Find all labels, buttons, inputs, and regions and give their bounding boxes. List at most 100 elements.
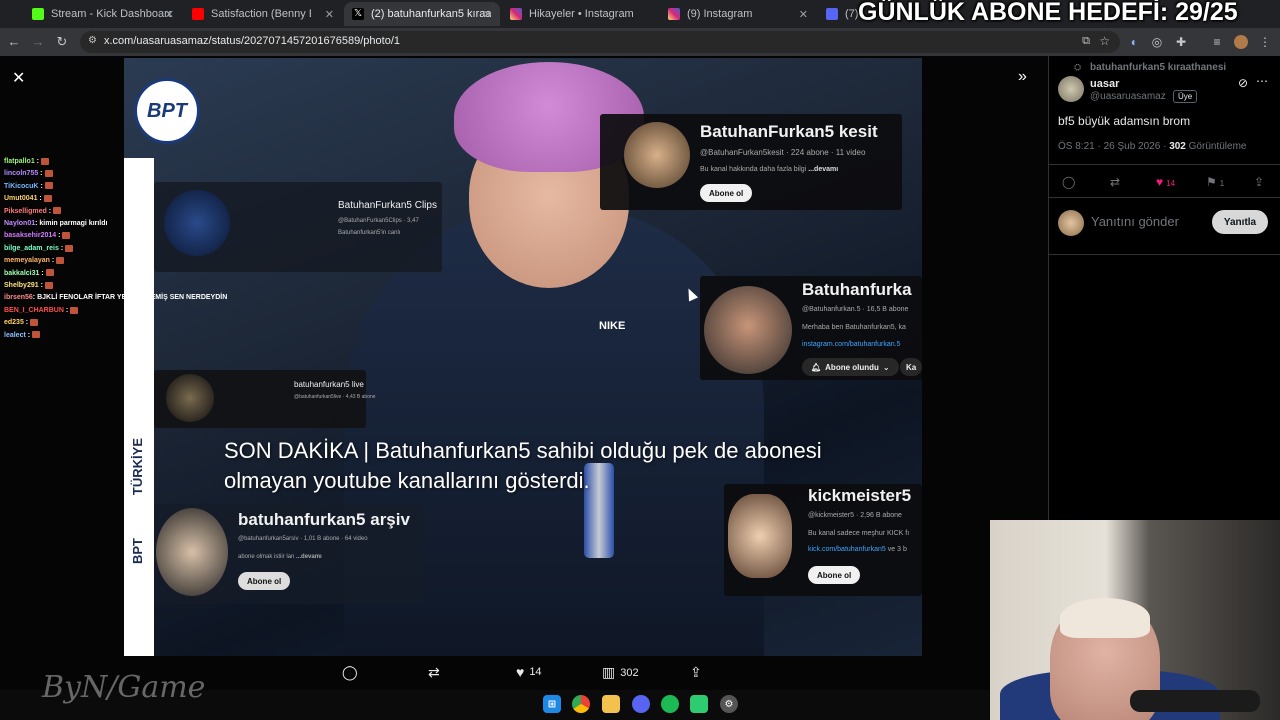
close-icon[interactable]: ✕ xyxy=(325,8,334,21)
tab-youtube-satisfaction[interactable]: Satisfaction (Benny Benassi ✕ xyxy=(184,2,342,26)
author-name[interactable]: uasar xyxy=(1090,78,1119,90)
bookmark-button[interactable]: ⚑ 1 xyxy=(1206,175,1224,189)
kick-app-icon[interactable] xyxy=(690,695,708,713)
profile-avatar-icon[interactable] xyxy=(1234,35,1248,49)
tab-label: Satisfaction (Benny Benassi xyxy=(211,8,311,20)
install-app-icon[interactable]: ⧉ xyxy=(1082,35,1090,48)
channel-avatar xyxy=(624,122,690,188)
close-icon[interactable]: ✕ xyxy=(165,8,174,21)
chrome-icon[interactable] xyxy=(572,695,590,713)
community-name[interactable]: batuhanfurkan5 kıraathanesi xyxy=(1090,62,1226,73)
tab-instagram[interactable]: (9) Instagram ✕ xyxy=(660,2,816,26)
menu-kebab-icon[interactable]: ⋮ xyxy=(1258,35,1272,49)
like-count: 14 xyxy=(1166,179,1176,188)
user-avatar xyxy=(1058,210,1084,236)
chat-message: lincoln755 : xyxy=(4,168,234,180)
nike-logo: NIKE xyxy=(599,320,626,332)
chat-username[interactable]: bakkalci31 xyxy=(4,270,39,277)
community-icon: ⛭ xyxy=(1074,62,1082,72)
back-arrow-icon[interactable]: ← xyxy=(6,34,22,50)
reply-bubble-icon[interactable]: ◯ xyxy=(1062,175,1075,189)
channel-watermark: ByN/Game xyxy=(42,670,206,705)
chat-username[interactable]: Naylon01 xyxy=(4,220,35,227)
channel-card-kickmeister: kickmeister5 @kickmeister5 · 2,96 B abon… xyxy=(724,484,922,596)
views-label: Görüntüleme xyxy=(1185,141,1247,152)
channel-avatar xyxy=(166,374,214,422)
repost-icon[interactable]: ⇄ xyxy=(1110,175,1120,189)
channel-card-live: batuhanfurkan5 live @batuhanfurkan5live … xyxy=(154,370,376,428)
subscriber-count: 4,43 B abone xyxy=(345,394,376,400)
subscriber-count: 2,96 B abone xyxy=(860,512,902,519)
address-bar[interactable]: ⚙ x.com/uasaruasamaz/status/202707145720… xyxy=(80,31,1120,53)
chat-username[interactable]: Umut0041 xyxy=(4,195,37,202)
author-avatar[interactable] xyxy=(1058,76,1084,102)
repost-action[interactable]: ⇄ xyxy=(428,664,445,681)
like-action[interactable]: ♥ 14 xyxy=(516,664,542,680)
chat-username[interactable]: ibrsen56 xyxy=(4,294,33,301)
bookmark-star-icon[interactable]: ☆ xyxy=(1099,34,1110,48)
chat-separator: : xyxy=(23,319,29,327)
chat-username[interactable]: bilge_adam_reis xyxy=(4,245,59,252)
chat-username[interactable]: Pikselligmed xyxy=(4,208,47,215)
tweet-actions: ◯ ⇄ ♥ 14 ⚑ 1 ⇪ xyxy=(1048,164,1280,198)
heart-icon: ♥ xyxy=(1156,175,1164,189)
discord-icon[interactable] xyxy=(632,695,650,713)
views-action[interactable]: ▥ 302 xyxy=(602,664,639,681)
chat-username[interactable]: basaksehir2014 xyxy=(4,232,56,239)
share-action[interactable]: ⇪ xyxy=(690,664,707,681)
tab-instagram-stories[interactable]: Hikayeler • Instagram xyxy=(502,2,658,26)
close-icon[interactable]: ✕ xyxy=(483,8,492,21)
chat-username[interactable]: lealect xyxy=(4,332,26,339)
liked-heart-button[interactable]: ♥ 14 xyxy=(1156,175,1175,189)
reload-icon[interactable]: ↻ xyxy=(54,34,70,50)
chat-username[interactable]: memeyalayan xyxy=(4,257,50,264)
settings-icon[interactable]: ⚙ xyxy=(720,695,738,713)
channel-name: batuhanfurkan5 live xyxy=(294,380,364,389)
member-badge: Üye xyxy=(1173,90,1198,103)
chat-username[interactable]: lincoln755 xyxy=(4,170,38,177)
url-text: x.com/uasaruasamaz/status/20270714572016… xyxy=(104,35,400,47)
more-options-icon[interactable]: ⋯ xyxy=(1256,74,1268,88)
tab-kick-dashboard[interactable]: Stream - Kick Dashboard ✕ xyxy=(24,2,182,26)
forward-arrow-icon[interactable]: → xyxy=(30,34,46,50)
grok-icon[interactable]: ⊘ xyxy=(1238,76,1248,90)
share-icon[interactable]: ⇪ xyxy=(1254,175,1264,189)
tab-x-post[interactable]: 𝕏 (2) batuhanfurkan5 kıraathanesi ✕ xyxy=(344,2,500,26)
tweet-meta: ÖS 8:21 · 26 Şub 2026 · 302 Görüntüleme xyxy=(1058,141,1246,152)
chat-separator: : xyxy=(56,232,61,240)
audio-icon[interactable]: ◖ xyxy=(1126,35,1140,49)
chat-emote-icon xyxy=(43,194,52,202)
channel-link-tail: ve 3 b xyxy=(887,546,907,553)
expand-panel-icon[interactable]: » xyxy=(1018,68,1027,86)
heart-icon: ♥ xyxy=(516,664,525,680)
chat-message: bakkalci31 : xyxy=(4,268,234,280)
chat-username[interactable]: Shelby291 xyxy=(4,282,39,289)
close-icon[interactable]: ✕ xyxy=(12,68,25,88)
chat-text: : BJKLİ FENOLAR İFTAR YEMEĞİ YEMİŞ SEN N… xyxy=(32,294,228,302)
close-icon[interactable]: ✕ xyxy=(799,8,808,21)
extension-icon[interactable]: ◎ xyxy=(1150,35,1164,49)
file-explorer-icon[interactable] xyxy=(602,695,620,713)
author-handle[interactable]: @uasaruasamaz xyxy=(1090,91,1166,102)
chat-message: bilge_adam_reis : xyxy=(4,243,234,255)
subscribe-button: Abone ol xyxy=(238,572,291,590)
post-photo[interactable]: BPT TÜRKİYE BPT NIKE BatuhanFurkan5 kesi… xyxy=(124,58,922,656)
chat-username[interactable]: flatpallo1 xyxy=(4,158,35,165)
media-controls-icon[interactable]: ≡ xyxy=(1210,35,1224,49)
chat-message: TiKicocuK : xyxy=(4,181,234,193)
tweet-timestamp: ÖS 8:21 · 26 Şub 2026 · xyxy=(1058,141,1170,152)
chat-username[interactable]: BEN_I_CHARBUN xyxy=(4,307,64,314)
reply-action[interactable]: ◯ xyxy=(342,664,363,681)
subscriber-goal-overlay: GÜNLÜK ABONE HEDEFİ: 29/25 xyxy=(858,0,1238,26)
site-info-icon[interactable]: ⚙ xyxy=(88,35,97,46)
chat-username[interactable]: ed235 xyxy=(4,319,24,326)
chat-separator: : xyxy=(38,182,43,190)
like-count: 14 xyxy=(529,666,542,678)
channel-avatar xyxy=(704,286,792,374)
reply-button[interactable]: Yanıtla xyxy=(1212,210,1268,234)
reply-input[interactable]: Yanıtını gönder xyxy=(1091,214,1179,229)
spotify-icon[interactable] xyxy=(661,695,679,713)
windows-start-icon[interactable]: ⊞ xyxy=(543,695,561,713)
chat-username[interactable]: TiKicocuK xyxy=(4,183,39,190)
puzzle-icon[interactable]: ✚ xyxy=(1174,35,1188,49)
